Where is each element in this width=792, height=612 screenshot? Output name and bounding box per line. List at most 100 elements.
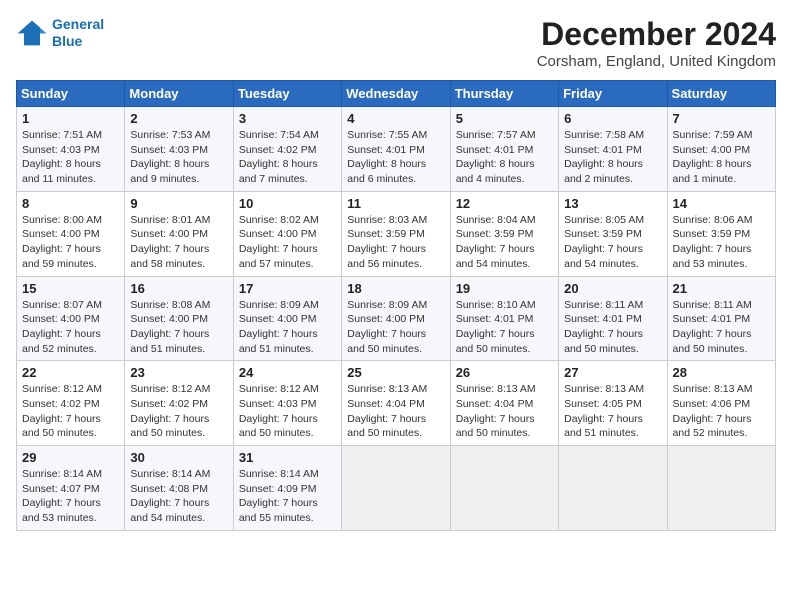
- day-info: Sunrise: 7:51 AMSunset: 4:03 PMDaylight:…: [22, 128, 119, 187]
- day-info: Sunrise: 8:13 AMSunset: 4:06 PMDaylight:…: [673, 382, 770, 441]
- day-number: 28: [673, 365, 770, 380]
- day-number: 21: [673, 281, 770, 296]
- day-number: 20: [564, 281, 661, 296]
- logo-line2: Blue: [52, 33, 82, 49]
- week-row-4: 22 Sunrise: 8:12 AMSunset: 4:02 PMDayligh…: [17, 361, 776, 446]
- day-number: 30: [130, 450, 227, 465]
- day-info: Sunrise: 8:13 AMSunset: 4:05 PMDaylight:…: [564, 382, 661, 441]
- day-header-tuesday: Tuesday: [233, 81, 341, 107]
- day-info: Sunrise: 8:12 AMSunset: 4:02 PMDaylight:…: [130, 382, 227, 441]
- day-number: 12: [456, 196, 553, 211]
- calendar-cell: 31 Sunrise: 8:14 AMSunset: 4:09 PMDayligh…: [233, 446, 341, 531]
- calendar-cell: [559, 446, 667, 531]
- day-number: 10: [239, 196, 336, 211]
- day-info: Sunrise: 7:53 AMSunset: 4:03 PMDaylight:…: [130, 128, 227, 187]
- day-info: Sunrise: 8:09 AMSunset: 4:00 PMDaylight:…: [347, 298, 444, 357]
- logo-icon: [16, 19, 48, 47]
- calendar-cell: 9 Sunrise: 8:01 AMSunset: 4:00 PMDaylight…: [125, 191, 233, 276]
- calendar-cell: 8 Sunrise: 8:00 AMSunset: 4:00 PMDaylight…: [17, 191, 125, 276]
- calendar-cell: 14 Sunrise: 8:06 AMSunset: 3:59 PMDayligh…: [667, 191, 775, 276]
- day-number: 3: [239, 111, 336, 126]
- calendar-cell: 13Sunrise: 8:05 AMSunset: 3:59 PMDayligh…: [559, 191, 667, 276]
- day-number: 11: [347, 196, 444, 211]
- day-info: Sunrise: 8:05 AMSunset: 3:59 PMDaylight:…: [564, 213, 661, 272]
- day-number: 9: [130, 196, 227, 211]
- day-header-wednesday: Wednesday: [342, 81, 450, 107]
- title-block: December 2024 Corsham, England, United K…: [537, 16, 776, 70]
- day-number: 1: [22, 111, 119, 126]
- day-info: Sunrise: 8:00 AMSunset: 4:00 PMDaylight:…: [22, 213, 119, 272]
- day-number: 4: [347, 111, 444, 126]
- day-number: 31: [239, 450, 336, 465]
- week-row-3: 15Sunrise: 8:07 AMSunset: 4:00 PMDayligh…: [17, 276, 776, 361]
- calendar-cell: 11 Sunrise: 8:03 AMSunset: 3:59 PMDayligh…: [342, 191, 450, 276]
- day-number: 25: [347, 365, 444, 380]
- calendar-cell: 6 Sunrise: 7:58 AMSunset: 4:01 PMDaylight…: [559, 107, 667, 192]
- day-number: 16: [130, 281, 227, 296]
- day-number: 7: [673, 111, 770, 126]
- day-number: 17: [239, 281, 336, 296]
- day-info: Sunrise: 8:06 AMSunset: 3:59 PMDaylight:…: [673, 213, 770, 272]
- day-number: 27: [564, 365, 661, 380]
- calendar-cell: 26Sunrise: 8:13 AMSunset: 4:04 PMDayligh…: [450, 361, 558, 446]
- day-info: Sunrise: 7:58 AMSunset: 4:01 PMDaylight:…: [564, 128, 661, 187]
- calendar-cell: 4 Sunrise: 7:55 AMSunset: 4:01 PMDaylight…: [342, 107, 450, 192]
- calendar-cell: 20Sunrise: 8:11 AMSunset: 4:01 PMDayligh…: [559, 276, 667, 361]
- day-number: 6: [564, 111, 661, 126]
- days-of-week-row: SundayMondayTuesdayWednesdayThursdayFrid…: [17, 81, 776, 107]
- calendar-cell: [667, 446, 775, 531]
- day-number: 18: [347, 281, 444, 296]
- calendar-cell: 28 Sunrise: 8:13 AMSunset: 4:06 PMDayligh…: [667, 361, 775, 446]
- day-header-thursday: Thursday: [450, 81, 558, 107]
- calendar-cell: 12 Sunrise: 8:04 AMSunset: 3:59 PMDayligh…: [450, 191, 558, 276]
- calendar-cell: 17 Sunrise: 8:09 AMSunset: 4:00 PMDayligh…: [233, 276, 341, 361]
- calendar-cell: 21Sunrise: 8:11 AMSunset: 4:01 PMDayligh…: [667, 276, 775, 361]
- day-info: Sunrise: 8:10 AMSunset: 4:01 PMDaylight:…: [456, 298, 553, 357]
- calendar-cell: 30Sunrise: 8:14 AMSunset: 4:08 PMDayligh…: [125, 446, 233, 531]
- day-number: 24: [239, 365, 336, 380]
- calendar-cell: 5 Sunrise: 7:57 AMSunset: 4:01 PMDaylight…: [450, 107, 558, 192]
- calendar-cell: 16Sunrise: 8:08 AMSunset: 4:00 PMDayligh…: [125, 276, 233, 361]
- day-info: Sunrise: 8:01 AMSunset: 4:00 PMDaylight:…: [130, 213, 227, 272]
- page-title: December 2024: [537, 16, 776, 53]
- calendar-header: SundayMondayTuesdayWednesdayThursdayFrid…: [17, 81, 776, 107]
- week-row-1: 1 Sunrise: 7:51 AMSunset: 4:03 PMDaylight…: [17, 107, 776, 192]
- day-header-saturday: Saturday: [667, 81, 775, 107]
- calendar-cell: 29 Sunrise: 8:14 AMSunset: 4:07 PMDayligh…: [17, 446, 125, 531]
- day-info: Sunrise: 8:03 AMSunset: 3:59 PMDaylight:…: [347, 213, 444, 272]
- day-info: Sunrise: 7:59 AMSunset: 4:00 PMDaylight:…: [673, 128, 770, 187]
- week-row-2: 8 Sunrise: 8:00 AMSunset: 4:00 PMDaylight…: [17, 191, 776, 276]
- day-number: 22: [22, 365, 119, 380]
- calendar-cell: 19Sunrise: 8:10 AMSunset: 4:01 PMDayligh…: [450, 276, 558, 361]
- day-info: Sunrise: 8:07 AMSunset: 4:00 PMDaylight:…: [22, 298, 119, 357]
- day-info: Sunrise: 8:09 AMSunset: 4:00 PMDaylight:…: [239, 298, 336, 357]
- calendar-cell: 15Sunrise: 8:07 AMSunset: 4:00 PMDayligh…: [17, 276, 125, 361]
- day-info: Sunrise: 8:04 AMSunset: 3:59 PMDaylight:…: [456, 213, 553, 272]
- calendar-cell: 24Sunrise: 8:12 AMSunset: 4:03 PMDayligh…: [233, 361, 341, 446]
- day-number: 14: [673, 196, 770, 211]
- day-info: Sunrise: 8:14 AMSunset: 4:07 PMDaylight:…: [22, 467, 119, 526]
- logo-text: General Blue: [52, 16, 104, 50]
- calendar-cell: 7 Sunrise: 7:59 AMSunset: 4:00 PMDaylight…: [667, 107, 775, 192]
- calendar-cell: 2Sunrise: 7:53 AMSunset: 4:03 PMDaylight…: [125, 107, 233, 192]
- day-header-monday: Monday: [125, 81, 233, 107]
- day-number: 5: [456, 111, 553, 126]
- calendar-cell: 1 Sunrise: 7:51 AMSunset: 4:03 PMDaylight…: [17, 107, 125, 192]
- day-info: Sunrise: 8:14 AMSunset: 4:09 PMDaylight:…: [239, 467, 336, 526]
- day-number: 8: [22, 196, 119, 211]
- calendar-cell: 27 Sunrise: 8:13 AMSunset: 4:05 PMDayligh…: [559, 361, 667, 446]
- day-info: Sunrise: 8:13 AMSunset: 4:04 PMDaylight:…: [456, 382, 553, 441]
- page-header: General Blue December 2024 Corsham, Engl…: [16, 16, 776, 70]
- logo: General Blue: [16, 16, 104, 50]
- day-header-sunday: Sunday: [17, 81, 125, 107]
- calendar-cell: 23Sunrise: 8:12 AMSunset: 4:02 PMDayligh…: [125, 361, 233, 446]
- day-number: 29: [22, 450, 119, 465]
- day-info: Sunrise: 7:54 AMSunset: 4:02 PMDaylight:…: [239, 128, 336, 187]
- day-header-friday: Friday: [559, 81, 667, 107]
- logo-line1: General: [52, 16, 104, 32]
- day-info: Sunrise: 8:02 AMSunset: 4:00 PMDaylight:…: [239, 213, 336, 272]
- day-info: Sunrise: 7:57 AMSunset: 4:01 PMDaylight:…: [456, 128, 553, 187]
- day-info: Sunrise: 7:55 AMSunset: 4:01 PMDaylight:…: [347, 128, 444, 187]
- calendar-cell: [450, 446, 558, 531]
- calendar-cell: 22Sunrise: 8:12 AMSunset: 4:02 PMDayligh…: [17, 361, 125, 446]
